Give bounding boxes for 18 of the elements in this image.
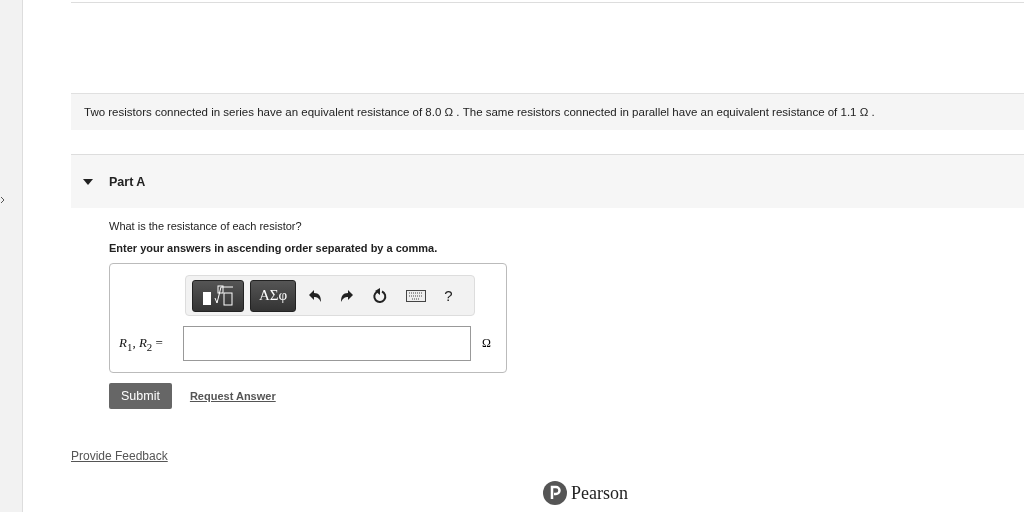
templates-button[interactable] bbox=[192, 279, 244, 312]
help-button[interactable]: ? bbox=[438, 287, 459, 304]
radical-template-icon bbox=[201, 284, 235, 307]
brand-name: Pearson bbox=[571, 482, 628, 504]
problem-statement: Two resistors connected in series have an equivalent resistance of 8.0 Ω . The same resistors connected in parallel have an equivalent resistance of 1.1 Ω . bbox=[71, 93, 1024, 130]
answer-field[interactable] bbox=[183, 326, 471, 361]
unit-label: Ω bbox=[482, 336, 491, 351]
answer-label: R$_{1}$, R$_{2}$ = bbox=[119, 334, 164, 353]
part-title: Part A bbox=[109, 174, 146, 189]
pearson-logo-icon bbox=[543, 481, 567, 505]
chevron-right-icon[interactable] bbox=[0, 196, 6, 204]
submit-button[interactable]: Submit bbox=[109, 383, 172, 409]
collapse-triangle-icon[interactable] bbox=[83, 177, 93, 186]
symbols-button[interactable]: AΣφ bbox=[250, 279, 297, 312]
provide-feedback-link[interactable]: Provide Feedback bbox=[71, 449, 168, 463]
question-text: What is the resistance of each resistor? bbox=[109, 220, 303, 232]
instruction-text: Enter your answers in ascending order separated by a comma. bbox=[109, 242, 439, 254]
request-answer-link[interactable]: Request Answer bbox=[189, 390, 276, 402]
